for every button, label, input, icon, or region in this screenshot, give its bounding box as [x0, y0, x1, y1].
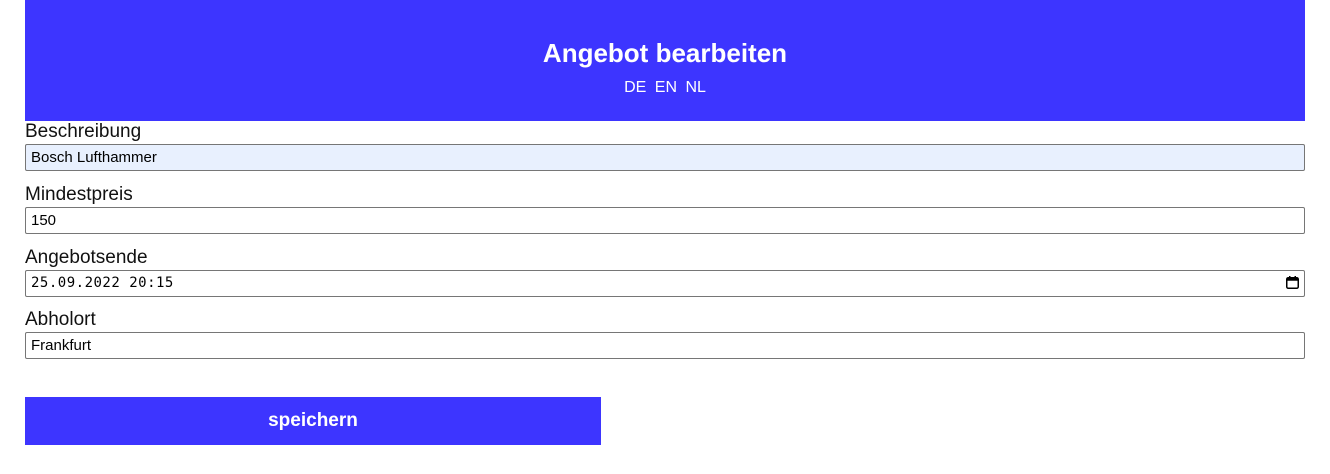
- pickup-label: Abholort: [25, 309, 96, 330]
- min-price-input[interactable]: 150: [25, 207, 1305, 234]
- offer-end-datetime-input[interactable]: 25.09.2022 20:15: [25, 270, 1305, 297]
- offer-end-value: 25.09.2022 20:15: [31, 275, 174, 291]
- language-en-link[interactable]: EN: [655, 79, 677, 97]
- language-nl-link[interactable]: NL: [685, 79, 705, 97]
- page-header: Angebot bearbeiten DE EN NL: [25, 0, 1305, 121]
- pickup-input[interactable]: Frankfurt: [25, 332, 1305, 359]
- language-de-link[interactable]: DE: [624, 79, 646, 97]
- calendar-icon[interactable]: [1286, 276, 1299, 289]
- offer-end-field-group: Angebotsende 25.09.2022 20:15: [25, 247, 1305, 297]
- save-button[interactable]: speichern: [25, 397, 601, 445]
- description-field-group: Beschreibung Bosch Lufthammer: [25, 121, 1305, 171]
- pickup-field-group: Abholort Frankfurt: [25, 309, 1305, 359]
- edit-offer-page: Angebot bearbeiten DE EN NL Beschreibung…: [25, 0, 1305, 445]
- description-label: Beschreibung: [25, 121, 142, 142]
- language-switcher: DE EN NL: [25, 79, 1305, 97]
- offer-end-label: Angebotsende: [25, 247, 148, 268]
- description-input[interactable]: Bosch Lufthammer: [25, 144, 1305, 171]
- min-price-field-group: Mindestpreis 150: [25, 184, 1305, 234]
- min-price-label: Mindestpreis: [25, 184, 133, 205]
- page-title: Angebot bearbeiten: [542, 38, 788, 68]
